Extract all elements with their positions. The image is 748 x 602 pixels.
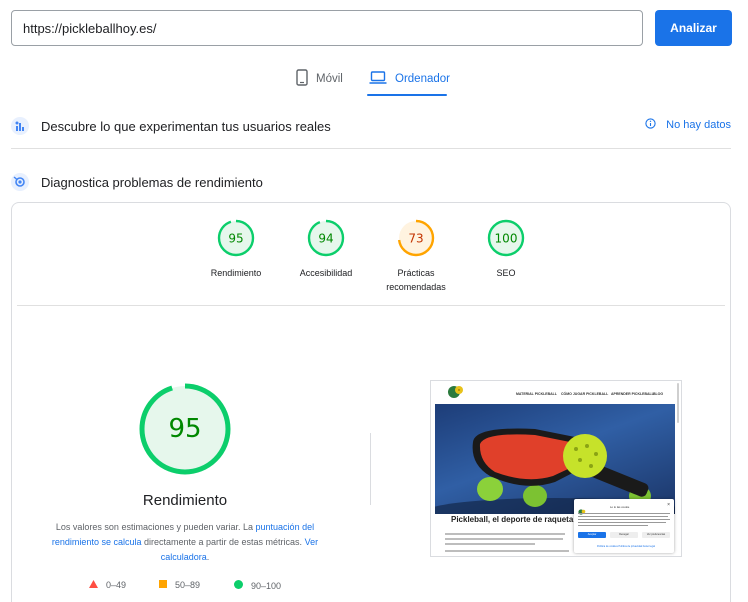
tab-mobile-label: Móvil: [316, 73, 343, 85]
screenshot-nav-item: CÓMO JUGAR PICKLEBALL: [561, 392, 609, 396]
field-data-section: Descubre lo que experimentan tus usuario…: [11, 115, 731, 137]
screenshot-hero-image: [435, 404, 675, 514]
cookie-text-line: [578, 516, 668, 517]
screenshot-headline: Pickleball, el deporte de raqueta: [451, 515, 574, 524]
legend-fail: 0–49: [89, 580, 126, 590]
diagnostics-section: Diagnostica problemas de rendimiento: [11, 171, 731, 193]
cookie-text-line: [578, 519, 670, 520]
legend-pass-label: 90–100: [251, 580, 282, 591]
gauge-seo[interactable]: 100 SEO: [461, 219, 551, 280]
laptop-icon: [369, 71, 387, 87]
gauge-accessibility-ring: 94: [307, 219, 345, 257]
note-suffix: .: [206, 552, 210, 562]
gauge-best-practices[interactable]: 73 Prácticas recomendadas: [371, 219, 461, 294]
screenshot-nav-item: BLOG: [653, 392, 664, 396]
legend-average: 50–89: [159, 580, 200, 590]
info-icon: [645, 118, 656, 132]
note-middle: directamente a partir de estas métricas.: [141, 537, 305, 547]
screenshot-cookie-banner: Lo lo las cookie × Aceptar Denegar Ver p…: [574, 499, 674, 553]
cookie-close-icon: ×: [667, 502, 670, 508]
tab-desktop-label: Ordenador: [395, 73, 450, 85]
screenshot-nav-item: APRENDER PICKLEBALL: [611, 392, 654, 396]
screenshot-text-line: [445, 538, 563, 540]
screenshot-nav-item: MATERIAL PICKLEBALL: [516, 392, 557, 396]
gauge-performance-ring: 95: [217, 219, 255, 257]
analyze-button[interactable]: Analizar: [655, 10, 732, 46]
legend-average-label: 50–89: [175, 580, 201, 590]
tab-desktop[interactable]: Ordenador: [369, 62, 450, 96]
gauge-best-practices-value: 73: [408, 232, 423, 246]
cookie-links: Política de cookies Política de privacid…: [597, 545, 655, 548]
legend-pass: 90–100: [234, 580, 281, 591]
gauge-accessibility-value: 94: [318, 232, 333, 246]
gauge-performance-value: 95: [228, 232, 243, 246]
phone-icon: [296, 69, 308, 89]
screenshot-text-line: [445, 533, 565, 535]
cookie-prefs-button: Ver preferencias: [642, 532, 670, 538]
cookie-deny-button: Denegar: [610, 532, 638, 538]
page-screenshot: MATERIAL PICKLEBALL CÓMO JUGAR PICKLEBAL…: [430, 380, 682, 557]
screenshot-text-line: [445, 550, 569, 552]
section-divider: [11, 148, 731, 149]
triangle-icon: [89, 580, 98, 590]
gauge-performance[interactable]: 95 Rendimiento: [191, 219, 281, 280]
performance-note: Los valores son estimaciones y pueden va…: [40, 520, 330, 565]
url-input[interactable]: [11, 10, 643, 46]
gauge-best-practices-label: Prácticas recomendadas: [386, 268, 446, 292]
performance-title: Rendimiento: [142, 492, 228, 509]
cookie-text-line: [578, 525, 648, 526]
users-chart-icon: [11, 117, 29, 135]
diagnostics-title: Diagnostica problemas de rendimiento: [41, 174, 263, 190]
gauge-seo-value: 100: [495, 232, 518, 246]
gauge-seo-label: SEO: [496, 268, 516, 278]
no-data-status[interactable]: No hay datos: [645, 118, 731, 132]
gauge-accessibility[interactable]: 94 Accesibilidad: [281, 219, 371, 280]
tab-mobile[interactable]: Móvil: [296, 62, 343, 96]
gauge-performance-label: Rendimiento: [210, 268, 262, 278]
cookie-text-line: [578, 522, 666, 523]
field-data-title: Descubre lo que experimentan tus usuario…: [41, 118, 331, 134]
screenshot-scrollbar: [677, 383, 679, 423]
gauge-seo-ring: 100: [487, 219, 525, 257]
gauge-accessibility-label: Accesibilidad: [299, 268, 353, 278]
cookie-logo-icon: [578, 502, 586, 520]
circle-icon: [234, 580, 243, 591]
paddle-ball-illustration: [435, 428, 675, 514]
screenshot-nav: MATERIAL PICKLEBALL CÓMO JUGAR PICKLEBAL…: [431, 381, 681, 404]
legend-fail-label: 0–49: [106, 580, 127, 590]
screenshot-text-line: [445, 543, 535, 545]
cookie-text-line: [578, 513, 670, 514]
lighthouse-icon: [11, 173, 29, 191]
big-gauge-value: 95: [168, 414, 201, 444]
cookie-title: Lo lo las cookie: [610, 505, 630, 509]
vertical-separator: [370, 433, 371, 505]
card-divider: [17, 305, 725, 306]
performance-score-gauge: 95: [137, 381, 233, 477]
square-icon: [159, 580, 167, 590]
active-tab-indicator: [367, 94, 447, 96]
site-logo-icon: [447, 385, 465, 404]
no-data-label: No hay datos: [666, 119, 731, 131]
device-tabs: Móvil Ordenador: [0, 62, 748, 98]
gauge-best-practices-ring: 73: [397, 219, 435, 257]
note-prefix: Los valores son estimaciones y pueden va…: [55, 522, 256, 532]
cookie-accept-button: Aceptar: [578, 532, 606, 538]
